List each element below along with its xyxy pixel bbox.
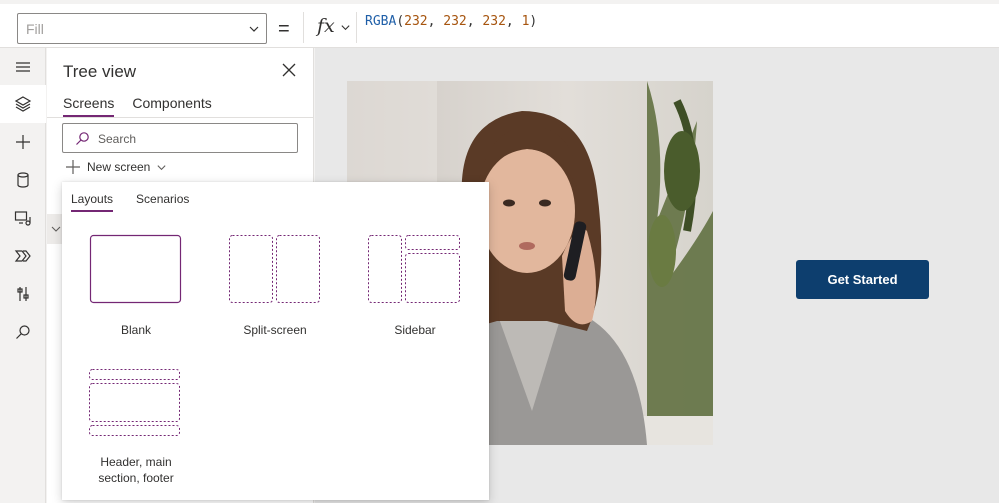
formula-sep: , (505, 14, 522, 29)
fx-button[interactable]: fx (303, 12, 357, 43)
screen-tree-item[interactable] (47, 214, 63, 244)
equals-sign: = (278, 18, 290, 40)
tab-screens[interactable]: Screens (63, 95, 115, 117)
power-automate-icon (14, 250, 31, 262)
layout-label: Split-screen (243, 323, 307, 337)
formula-sep: , (466, 14, 483, 29)
tree-view-tabs: Screens Components (63, 95, 212, 117)
layout-split-screen[interactable]: Split-screen (227, 234, 323, 344)
property-value: Fill (26, 21, 44, 37)
layout-blank[interactable]: Blank (88, 234, 184, 344)
database-icon (17, 172, 29, 188)
formula-arg: 232 (404, 14, 428, 29)
layers-icon (14, 96, 32, 112)
search-icon (16, 325, 30, 339)
new-screen-popup: Layouts Scenarios Blank Split-screen Sid… (62, 182, 489, 500)
formula-arg: 232 (443, 14, 467, 29)
split-screen-layout-icon (229, 235, 320, 303)
formula-arg: 232 (482, 14, 506, 29)
media-icon (14, 211, 31, 226)
menu-button[interactable] (0, 48, 46, 86)
header-main-footer-layout-icon (89, 369, 180, 436)
new-screen-label: New screen (87, 160, 151, 174)
data-button[interactable] (0, 161, 46, 199)
plus-icon (66, 160, 80, 174)
tab-layouts[interactable]: Layouts (71, 192, 114, 212)
tools-icon (17, 287, 29, 301)
plus-icon (16, 135, 30, 149)
advanced-tools-button[interactable] (0, 275, 46, 313)
property-dropdown[interactable]: Fill (17, 13, 267, 44)
search-icon (76, 132, 89, 145)
layout-label: Blank (120, 323, 152, 337)
search-placeholder: Search (98, 132, 137, 146)
power-automate-button[interactable] (0, 237, 46, 275)
blank-layout-icon (89, 234, 182, 304)
chevron-down-icon (51, 226, 61, 232)
tabs-divider (47, 117, 314, 118)
chevron-down-icon (249, 26, 259, 32)
formula-open-paren: ( (396, 14, 405, 29)
insert-button[interactable] (0, 123, 46, 161)
popup-tabs: Layouts Scenarios (71, 192, 189, 212)
top-strip (0, 0, 999, 4)
layout-label: Header, main section, footer (98, 455, 174, 485)
search-button[interactable] (0, 313, 46, 351)
formula-sep: , (427, 14, 444, 29)
tree-view-title: Tree view (63, 62, 137, 81)
formula-close-paren: ) (529, 14, 538, 29)
fx-icon: fx (317, 15, 335, 37)
chevron-down-icon (341, 25, 350, 31)
formula-input[interactable]: RGBA(232, 232, 232, 1) (365, 14, 537, 29)
tab-components[interactable]: Components (132, 95, 211, 117)
tab-scenarios[interactable]: Scenarios (136, 192, 189, 212)
layout-sidebar[interactable]: Sidebar (367, 234, 463, 344)
new-screen-button[interactable]: New screen (65, 159, 167, 175)
app-rail (0, 48, 46, 503)
formula-bar: Fill = fx RGBA(232, 232, 232, 1) (0, 0, 999, 48)
media-button[interactable] (0, 199, 46, 237)
layout-label: Sidebar (394, 323, 436, 337)
chevron-down-icon (157, 164, 166, 170)
tree-search-input[interactable]: Search (62, 123, 298, 153)
formula-function: RGBA (365, 14, 397, 29)
get-started-button[interactable]: Get Started (796, 260, 929, 299)
menu-icon (16, 62, 30, 72)
tree-view-button[interactable] (0, 85, 46, 123)
layout-header-main-footer[interactable]: Header, main section, footer (78, 368, 194, 488)
sidebar-layout-icon (368, 235, 460, 303)
close-icon[interactable] (282, 63, 296, 77)
